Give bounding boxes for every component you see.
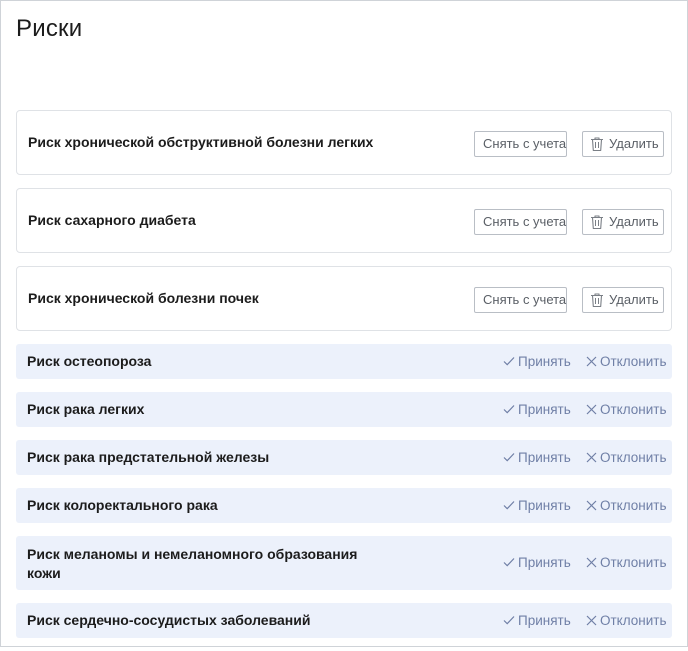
close-icon (586, 356, 597, 367)
risk-list: Риск хронической обструктивной болезни л… (16, 110, 672, 651)
decline-label: Отклонить (600, 450, 667, 465)
decline-button[interactable]: Отклонить (586, 344, 667, 379)
check-icon (503, 501, 515, 510)
risk-title: Риск остеопороза (27, 353, 152, 369)
delete-button[interactable]: Удалить (582, 209, 664, 235)
accept-label: Принять (518, 613, 571, 628)
risk-title: Риск хронической обструктивной болезни л… (28, 134, 374, 150)
decline-label: Отклонить (600, 613, 667, 628)
accept-button[interactable]: Принять (503, 488, 571, 523)
risk-title: Риск колоректального рака (27, 497, 218, 513)
risk-title: Риск сердечно-сосудистых заболеваний (27, 612, 311, 628)
risk-title: Риск сахарного диабета (28, 212, 196, 228)
trash-icon (591, 137, 603, 152)
close-icon (586, 404, 597, 415)
risk-title: Риск рака предстательной железы (27, 449, 270, 465)
decline-button[interactable]: Отклонить (586, 536, 667, 590)
check-icon (503, 616, 515, 625)
close-icon (586, 452, 597, 463)
decline-label: Отклонить (600, 555, 667, 570)
close-icon (586, 500, 597, 511)
accept-label: Принять (518, 555, 571, 570)
check-icon (503, 558, 515, 567)
accept-button[interactable]: Принять (503, 603, 571, 638)
risk-title: Риск меланомы и немеланомного образовани… (27, 546, 358, 581)
delete-label: Удалить (609, 136, 659, 151)
deregister-button[interactable]: Снять с учета (474, 287, 567, 313)
registered-risk-card: Риск сахарного диабета Снять с учета Уда… (16, 188, 672, 253)
registered-risk-card: Риск хронической болезни почек Снять с у… (16, 266, 672, 331)
accept-button[interactable]: Принять (503, 536, 571, 590)
trash-icon (591, 215, 603, 230)
accept-button[interactable]: Принять (503, 440, 571, 475)
risk-title: Риск хронической болезни почек (28, 290, 259, 306)
check-icon (503, 357, 515, 366)
check-icon (503, 405, 515, 414)
delete-label: Удалить (609, 292, 659, 307)
accept-label: Принять (518, 450, 571, 465)
deregister-button[interactable]: Снять с учета (474, 209, 567, 235)
delete-button[interactable]: Удалить (582, 131, 664, 157)
decline-label: Отклонить (600, 498, 667, 513)
decline-button[interactable]: Отклонить (586, 603, 667, 638)
accept-label: Принять (518, 354, 571, 369)
deregister-button[interactable]: Снять с учета (474, 131, 567, 157)
close-icon (586, 557, 597, 568)
trash-icon (591, 293, 603, 308)
decline-button[interactable]: Отклонить (586, 488, 667, 523)
decline-button[interactable]: Отклонить (586, 440, 667, 475)
risk-title: Риск рака легких (27, 401, 145, 417)
accept-label: Принять (518, 402, 571, 417)
page-title: Риски (16, 15, 83, 42)
suggested-risk-row: Риск колоректального рака Принять Отклон… (16, 488, 672, 523)
suggested-risk-row: Риск остеопороза Принять Отклонить (16, 344, 672, 379)
accept-button[interactable]: Принять (503, 392, 571, 427)
suggested-risk-row: Риск меланомы и немеланомного образовани… (16, 536, 672, 590)
check-icon (503, 453, 515, 462)
suggested-risk-row: Риск сердечно-сосудистых заболеваний При… (16, 603, 672, 638)
risks-panel: Риски Риск хронической обструктивной бол… (0, 0, 688, 647)
accept-button[interactable]: Принять (503, 344, 571, 379)
close-icon (586, 615, 597, 626)
decline-label: Отклонить (600, 354, 667, 369)
suggested-risk-row: Риск рака легких Принять Отклонить (16, 392, 672, 427)
delete-button[interactable]: Удалить (582, 287, 664, 313)
suggested-risk-row: Риск рака предстательной железы Принять … (16, 440, 672, 475)
accept-label: Принять (518, 498, 571, 513)
delete-label: Удалить (609, 214, 659, 229)
decline-label: Отклонить (600, 402, 667, 417)
registered-risk-card: Риск хронической обструктивной болезни л… (16, 110, 672, 175)
decline-button[interactable]: Отклонить (586, 392, 667, 427)
